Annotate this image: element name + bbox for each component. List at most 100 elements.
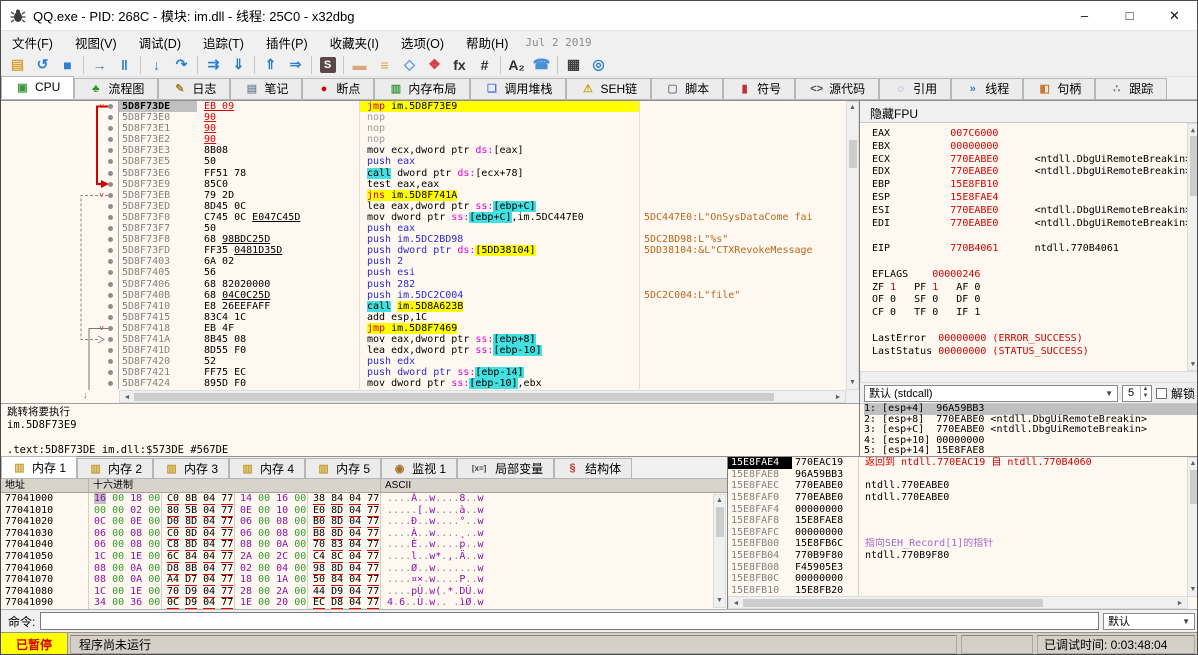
unlock-checkbox[interactable] bbox=[1156, 388, 1167, 399]
disasm-row[interactable]: 5D8F73E985C0test eax,eax bbox=[1, 179, 859, 190]
breakpoint-dot-icon[interactable] bbox=[108, 359, 113, 364]
register-line[interactable]: ESP 15E8FAE4 bbox=[872, 192, 1198, 205]
register-line[interactable]: EDX 770EABE0 <ntdll.DbgUiRemoteBreakin> bbox=[872, 166, 1198, 179]
tab-符号[interactable]: ▮符号 bbox=[723, 78, 795, 99]
register-line[interactable]: ESI 770EABE0 <ntdll.DbgUiRemoteBreakin> bbox=[872, 205, 1198, 218]
stack-rows[interactable]: 15E8FAE4770EAC19返回到 ntdll.770EAC19 自 ntd… bbox=[728, 457, 1198, 597]
label-button[interactable]: ◇ bbox=[397, 54, 422, 76]
minimize-button[interactable]: – bbox=[1062, 1, 1107, 30]
restart-button[interactable]: ↺ bbox=[30, 54, 55, 76]
register-line[interactable]: LastStatus 00000000 (STATUS_SUCCESS) bbox=[872, 346, 1198, 359]
breakpoint-dot-icon[interactable] bbox=[108, 248, 113, 253]
tab-SEH链[interactable]: ⚠SEH链 bbox=[566, 78, 651, 99]
register-line[interactable]: OF 0 SF 0 DF 0 bbox=[872, 294, 1198, 307]
disasm-row[interactable]: ˅5D8F73EB79 2Djns im.5D8F741A bbox=[1, 190, 859, 201]
register-list[interactable]: EAX 007C6000EBX 00000000ECX 770EABE0 <nt… bbox=[860, 123, 1198, 371]
dump-vertical-scrollbar[interactable]: ▲ ▼ bbox=[713, 494, 726, 608]
dump-row[interactable]: 7704106008 00 0A 00D8 8B 04 7702 00 04 0… bbox=[1, 563, 727, 575]
registers-vertical-scrollbar[interactable]: ▲▼ bbox=[1187, 123, 1198, 371]
breakpoint-dot-icon[interactable] bbox=[108, 282, 113, 287]
breakpoint-dot-icon[interactable] bbox=[108, 304, 113, 309]
register-line[interactable]: ECX 770EABE0 <ntdll.DbgUiRemoteBreakin> bbox=[872, 154, 1198, 167]
disasm-row[interactable]: 5D8F742052push edx bbox=[1, 356, 859, 367]
maximize-button[interactable]: □ bbox=[1107, 1, 1152, 30]
pause-button[interactable]: ‖ bbox=[112, 54, 137, 76]
dump-row[interactable]: 770410501C 00 1E 006C 84 04 772A 00 2C 0… bbox=[1, 551, 727, 563]
disasm-row[interactable]: 5D8F73F750push eax bbox=[1, 223, 859, 234]
disassembly-table[interactable]: ˅5D8F73DEEB 09jmp im.5D8F73E95D8F73E090n… bbox=[1, 101, 859, 390]
tab-线程[interactable]: »线程 bbox=[951, 78, 1023, 99]
disasm-row[interactable]: 5D8F73F0C745 0C E047C45Dmov dword ptr ss… bbox=[1, 212, 859, 223]
dump-row[interactable]: 770410200C 00 0E 00D0 8D 04 7706 00 08 0… bbox=[1, 516, 727, 528]
tab-断点[interactable]: ●断点 bbox=[302, 78, 374, 99]
breakpoint-dot-icon[interactable] bbox=[108, 270, 113, 275]
stack-row[interactable]: 15E8FB1015E8FB20 bbox=[728, 585, 1198, 597]
call-argument-row[interactable]: 1: [esp+4] 96A59BB3 bbox=[864, 404, 1198, 415]
disasm-row[interactable]: 5D8F7424895D F0mov dword ptr ss:[ebp-10]… bbox=[1, 378, 859, 389]
disasm-row[interactable]: 5D8F740668 82020000push 282 bbox=[1, 279, 859, 290]
stack-row[interactable]: 15E8FB0C00000000 bbox=[728, 573, 1198, 585]
menu-item[interactable]: 追踪(T) bbox=[192, 30, 255, 55]
tab-笔记[interactable]: ▤笔记 bbox=[230, 78, 302, 99]
step-over-button[interactable]: ↷ bbox=[169, 54, 194, 76]
breakpoint-dot-icon[interactable] bbox=[108, 370, 113, 375]
tab-结构体[interactable]: §结构体 bbox=[554, 458, 632, 478]
run-to-user-code-button[interactable]: ⇒ bbox=[283, 54, 308, 76]
breakpoint-dot-icon[interactable] bbox=[108, 126, 113, 131]
breakpoint-dot-icon[interactable] bbox=[108, 381, 113, 386]
stack-row[interactable]: 15E8FAEC770EABE0ntdll.770EABE0 bbox=[728, 480, 1198, 492]
breakpoint-dot-icon[interactable] bbox=[108, 348, 113, 353]
breakpoint-dot-icon[interactable] bbox=[108, 104, 113, 109]
tab-跟踪[interactable]: ∴跟踪 bbox=[1095, 78, 1167, 99]
disassembly-vertical-scrollbar[interactable]: ▲ ▼ bbox=[846, 101, 859, 390]
call-arguments-list[interactable]: 1: [esp+4] 96A59BB32: [esp+8] 770EABE0 <… bbox=[860, 404, 1198, 457]
disasm-row[interactable]: 5D8F73F868 98BDC25Dpush im.5DC2BD985DC2B… bbox=[1, 234, 859, 245]
dump-row[interactable]: 7704109034 00 36 000C D9 04 771E 00 20 0… bbox=[1, 597, 727, 609]
register-line[interactable]: EFLAGS 00000246 bbox=[872, 269, 1198, 282]
tab-日志[interactable]: ✎日志 bbox=[158, 78, 230, 99]
disasm-row[interactable]: 5D8F7410E8 26EEFAFFcall im.5D8A623B bbox=[1, 301, 859, 312]
disasm-row[interactable]: ˅5D8F7418EB 4Fjmp im.5D8F7469 bbox=[1, 323, 859, 334]
breakpoint-dot-icon[interactable] bbox=[108, 293, 113, 298]
calling-convention-select[interactable]: 默认 (stdcall) ▼ bbox=[864, 385, 1118, 402]
disasm-row[interactable]: 5D8F73E38B08mov ecx,dword ptr ds:[eax] bbox=[1, 145, 859, 156]
tab-内存 5[interactable]: ▥内存 5 bbox=[305, 458, 381, 478]
disasm-row[interactable]: 5D8F73FDFF35 0481D35Dpush dword ptr ds:[… bbox=[1, 245, 859, 256]
breakpoint-dot-icon[interactable] bbox=[108, 115, 113, 120]
stack-vertical-scrollbar[interactable]: ▲ ▼ bbox=[1187, 457, 1198, 597]
breakpoint-dot-icon[interactable] bbox=[108, 159, 113, 164]
stack-row[interactable]: 15E8FAE4770EAC19返回到 ntdll.770EAC19 自 ntd… bbox=[728, 457, 1198, 469]
run-trace-button[interactable]: ⇉ bbox=[201, 54, 226, 76]
disasm-row[interactable]: 5D8F74036A 02push 2 bbox=[1, 256, 859, 267]
command-scope-select[interactable]: 默认 ▼ bbox=[1103, 613, 1195, 630]
menu-item[interactable]: 帮助(H) bbox=[455, 30, 519, 55]
tab-句柄[interactable]: ◧句柄 bbox=[1023, 78, 1095, 99]
register-line[interactable] bbox=[872, 256, 1198, 269]
breakpoint-dot-icon[interactable] bbox=[108, 137, 113, 142]
tab-脚本[interactable]: ▢脚本 bbox=[651, 78, 723, 99]
register-line[interactable] bbox=[872, 358, 1198, 371]
dump-row[interactable]: 770410801C 00 1E 0070 D9 04 7728 00 2A 0… bbox=[1, 586, 727, 598]
disasm-row[interactable]: 5D8F73E190nop bbox=[1, 123, 859, 134]
bookmark-button[interactable]: ❖ bbox=[422, 54, 447, 76]
assemble-button[interactable]: ▬ bbox=[347, 54, 372, 76]
register-line[interactable]: EIP 770B4061 ntdll.770B4061 bbox=[872, 243, 1198, 256]
menu-item[interactable]: 视图(V) bbox=[64, 30, 128, 55]
disasm-row[interactable]: 5D8F741D8D55 F0lea edx,dword ptr ss:[ebp… bbox=[1, 345, 859, 356]
dump-rows[interactable]: 7704100016 00 18 00C0 8B 04 7714 00 16 0… bbox=[1, 493, 727, 609]
disasm-row[interactable]: 5D8F73E090nop bbox=[1, 112, 859, 123]
tab-内存 2[interactable]: ▥内存 2 bbox=[77, 458, 153, 478]
stack-row[interactable]: 15E8FB08F45905E3 bbox=[728, 562, 1198, 574]
internet-button[interactable]: ◎ bbox=[586, 54, 611, 76]
font-button[interactable]: A₂ bbox=[504, 54, 529, 76]
stack-row[interactable]: 15E8FAF0770EABE0ntdll.770EABE0 bbox=[728, 492, 1198, 504]
breakpoint-dot-icon[interactable] bbox=[108, 337, 113, 342]
disasm-row[interactable]: 5D8F73E550push eax bbox=[1, 156, 859, 167]
open-file-button[interactable]: ▤ bbox=[5, 54, 30, 76]
disasm-row[interactable]: 5D8F741A8B45 08mov eax,dword ptr ss:[ebp… bbox=[1, 334, 859, 345]
register-line[interactable] bbox=[872, 230, 1198, 243]
register-line[interactable]: CF 0 TF 0 IF 1 bbox=[872, 307, 1198, 320]
step-into-button[interactable]: ↓ bbox=[144, 54, 169, 76]
stop-button[interactable]: ■ bbox=[55, 54, 80, 76]
tab-内存 1[interactable]: ▥内存 1 bbox=[1, 456, 77, 478]
